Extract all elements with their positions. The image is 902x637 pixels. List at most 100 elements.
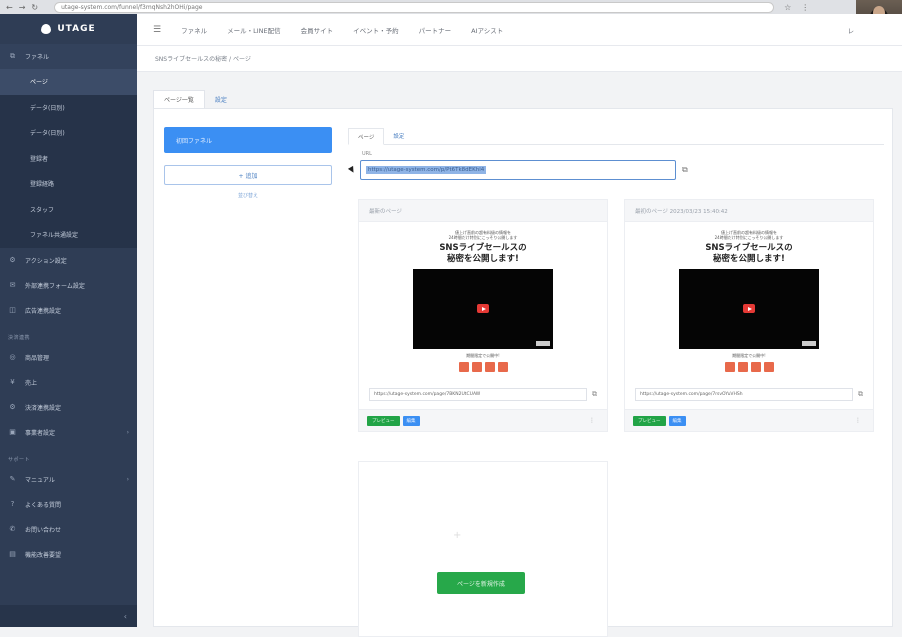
- funnel-step-button[interactable]: 初回ファネル: [164, 127, 332, 153]
- sidebar: UTAGE ⧉ ファネル ページ データ(日別) データ(日別) 登録者 登録経路…: [0, 14, 137, 627]
- sidebar-item-label: マニュアル: [25, 476, 55, 484]
- sidebar-subitem-routes[interactable]: 登録経路: [0, 171, 137, 197]
- preview-video: [679, 269, 819, 349]
- kebab-menu-icon[interactable]: ⋮: [589, 417, 595, 424]
- more-icon[interactable]: ⋮: [801, 3, 809, 12]
- topnav-funnel[interactable]: ファネル: [181, 25, 207, 35]
- reorder-link[interactable]: 並び替え: [164, 192, 332, 199]
- copy-icon[interactable]: ⧉: [858, 390, 863, 399]
- logo-text: UTAGE: [57, 24, 96, 34]
- section-label-support: サポート: [8, 456, 31, 463]
- sidebar-item-feature-request[interactable]: ▤ 機能改善要望: [0, 542, 137, 567]
- topnav-mail-line[interactable]: メール・LINE配信: [227, 25, 281, 35]
- sidebar-item-label: ファネル共通設定: [30, 232, 79, 240]
- tab-page-list[interactable]: ページ一覧: [153, 90, 205, 108]
- preview-icon: [458, 362, 469, 372]
- sidebar-item-manual[interactable]: ✎ マニュアル ›: [0, 467, 137, 492]
- topnav-member-site[interactable]: 会員サイト: [301, 25, 334, 35]
- sidebar-item-label: ページ: [30, 79, 48, 87]
- sidebar-subitem-staff[interactable]: スタッフ: [0, 197, 137, 223]
- step-url-field[interactable]: https://utage-system.com/p/Pt6Tk8dEKhl4: [360, 160, 676, 180]
- sidebar-item-sales[interactable]: ¥ 売上: [0, 370, 137, 395]
- sidebar-item-label: データ(日別): [30, 104, 65, 112]
- step-detail: ページ 設定 URL https://utage-system.com/p/Pt…: [348, 127, 884, 637]
- preview-icons: [669, 362, 829, 372]
- edit-button[interactable]: 編集: [668, 415, 686, 426]
- preview-icons: [403, 362, 563, 372]
- copy-icon[interactable]: ⧉: [592, 390, 597, 399]
- content-panel: 初回ファネル + 追加 並び替え ページ 設定 URL https://utag…: [153, 108, 893, 637]
- chevron-right-icon: ›: [126, 475, 129, 483]
- section-label-payment: 決済連携: [8, 334, 31, 341]
- sidebar-item-label: 機能改善要望: [25, 551, 62, 559]
- logo-mark-icon: [41, 24, 52, 34]
- page-card: 最初のページ 2023/03/23 15:40:42 値上げ直前の超有料級の情報…: [624, 199, 874, 432]
- sidebar-item-label: よくある質問: [25, 501, 62, 509]
- topnav-partner[interactable]: パートナー: [419, 25, 452, 35]
- page-tabs: ページ一覧 設定: [153, 88, 888, 108]
- sidebar-item-ads[interactable]: ◫ 広告連携設定: [0, 298, 137, 323]
- sidebar-item-payment-settings[interactable]: ⚙ 決済連携設定: [0, 395, 137, 420]
- sidebar-subitem-data-daily-2[interactable]: データ(日別): [0, 120, 137, 146]
- preview-icon: [750, 362, 761, 372]
- card-url-field[interactable]: https://utage-system.com/page/7BKN2UtCUA…: [369, 388, 587, 401]
- user-menu[interactable]: レ: [848, 25, 855, 35]
- sidebar-item-label: スタッフ: [30, 206, 55, 214]
- create-page-button[interactable]: ページを新規作成: [437, 572, 525, 594]
- preview-icon: [484, 362, 495, 372]
- bookmark-icon[interactable]: ☆: [784, 3, 791, 12]
- app-logo[interactable]: UTAGE: [0, 14, 137, 44]
- card-url-row: https://utage-system.com/page/7BKN2UtCUA…: [369, 388, 597, 401]
- sidebar-item-label: アクション設定: [25, 257, 67, 265]
- preview-icon: [763, 362, 774, 372]
- sidebar-item-contact[interactable]: ✆ お問い合わせ: [0, 517, 137, 542]
- preview-title: SNSライブセールスの 秘密を公開します!: [439, 243, 527, 264]
- sidebar-item-business[interactable]: ▣ 事業者設定 ›: [0, 420, 137, 445]
- add-step-button[interactable]: + 追加: [164, 165, 332, 185]
- new-page-card: + ページを新規作成: [358, 461, 608, 637]
- product-icon: ◎: [9, 353, 16, 361]
- edit-button[interactable]: 編集: [402, 415, 420, 426]
- sidebar-item-funnel[interactable]: ⧉ ファネル: [0, 44, 137, 69]
- page-preview-thumbnail[interactable]: 値上げ直前の超有料級の情報を 24時間だけ特別にこっそり公開します SNSライブセ…: [403, 230, 563, 382]
- kebab-menu-icon[interactable]: ⋮: [855, 417, 861, 424]
- back-icon[interactable]: ←: [6, 3, 13, 12]
- address-bar[interactable]: utage-system.com/funnel/f3mqNsh2hOHi/pag…: [54, 1, 775, 13]
- collapse-icon[interactable]: ‹: [124, 612, 127, 621]
- contact-icon: ✆: [9, 525, 16, 533]
- preview-button[interactable]: プレビュー: [367, 415, 400, 426]
- sidebar-subitem-page[interactable]: ページ: [0, 69, 137, 95]
- sidebar-item-faq[interactable]: ? よくある質問: [0, 492, 137, 517]
- sidebar-subitem-data-daily[interactable]: データ(日別): [0, 95, 137, 121]
- sidebar-item-products[interactable]: ◎ 商品管理: [0, 345, 137, 370]
- hamburger-icon[interactable]: ☰: [153, 25, 161, 35]
- action-icon: ⚙: [9, 256, 16, 264]
- card-footer: プレビュー 編集 ⋮: [359, 409, 607, 431]
- reload-icon[interactable]: ↻: [31, 3, 38, 12]
- youtube-play-icon: [477, 304, 489, 313]
- funnel-submenu: ページ データ(日別) データ(日別) 登録者 登録経路 スタッフ ファネル共通…: [0, 69, 137, 248]
- ad-icon: ◫: [9, 306, 16, 314]
- forward-icon[interactable]: →: [19, 3, 26, 12]
- topnav-ai-assist[interactable]: AIアシスト: [471, 25, 503, 35]
- card-url-field[interactable]: https://utage-system.com/page/7rsvOYuVHS…: [635, 388, 853, 401]
- url-label: URL: [362, 151, 372, 157]
- faq-icon: ?: [10, 500, 15, 508]
- sidebar-item-external-form[interactable]: ✉ 外部連携フォーム設定: [0, 273, 137, 298]
- tab-step-settings[interactable]: 設定: [384, 127, 413, 144]
- sidebar-item-label: お問い合わせ: [25, 526, 62, 534]
- preview-button[interactable]: プレビュー: [633, 415, 666, 426]
- sidebar-subitem-common-settings[interactable]: ファネル共通設定: [0, 222, 137, 248]
- page-preview-thumbnail[interactable]: 値上げ直前の超有料級の情報を 24時間だけ特別にこっそり公開します SNSライブセ…: [669, 230, 829, 382]
- topnav-event[interactable]: イベント・予約: [353, 25, 399, 35]
- copy-icon[interactable]: ⧉: [682, 165, 688, 175]
- tab-settings[interactable]: 設定: [205, 90, 237, 108]
- preview-title: SNSライブセールスの 秘密を公開します!: [705, 243, 793, 264]
- tab-step-page[interactable]: ページ: [348, 128, 385, 145]
- preview-lead: 値上げ直前の超有料級の情報を 24時間だけ特別にこっそり公開します: [714, 230, 784, 240]
- payment-icon: ⚙: [9, 403, 16, 411]
- sidebar-subitem-registrants[interactable]: 登録者: [0, 146, 137, 172]
- sidebar-item-action[interactable]: ⚙ アクション設定: [0, 248, 137, 273]
- step-url-value: https://utage-system.com/p/Pt6Tk8dEKhl4: [366, 166, 487, 174]
- preview-icon: [497, 362, 508, 372]
